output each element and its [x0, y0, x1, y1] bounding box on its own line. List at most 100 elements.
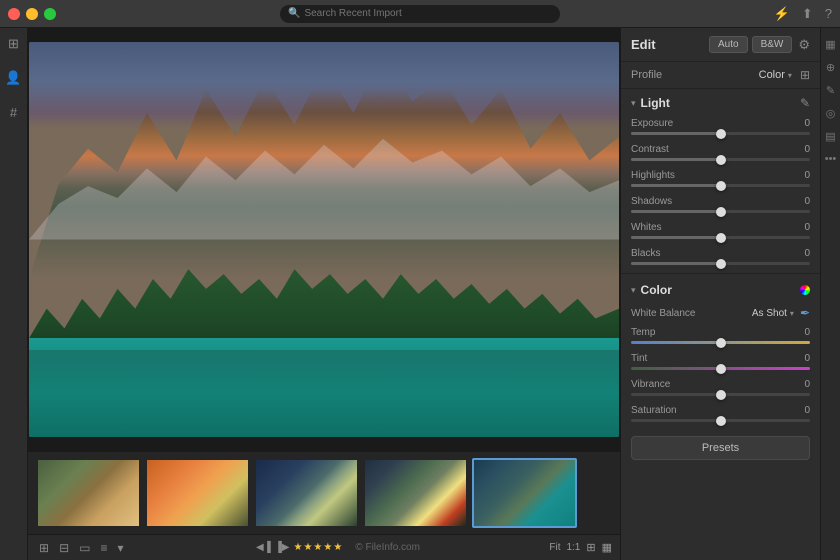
shadows-track[interactable]	[631, 210, 810, 213]
exposure-slider-row: Exposure 0	[621, 115, 820, 141]
list-view-icon[interactable]: ≡	[97, 539, 110, 557]
temp-thumb[interactable]	[716, 338, 726, 348]
blacks-fill	[631, 262, 721, 265]
contrast-track[interactable]	[631, 158, 810, 161]
vibrance-slider-row: Vibrance 0	[621, 376, 820, 402]
filter-icon[interactable]: ⚡	[774, 6, 790, 22]
highlights-fill	[631, 184, 721, 187]
settings-icon[interactable]: ⚙	[798, 37, 810, 53]
next-nav-icon[interactable]: ▐▶	[275, 542, 290, 553]
contrast-thumb[interactable]	[716, 155, 726, 165]
eyedropper-icon[interactable]: ✒	[800, 306, 810, 320]
exposure-track[interactable]	[631, 132, 810, 135]
temp-slider-row: Temp 0	[621, 324, 820, 350]
sidebar-icon-grid[interactable]: ⊞	[4, 34, 24, 54]
profile-arrow: ▾	[788, 71, 792, 80]
vibrance-value: 0	[804, 379, 810, 390]
single-view-icon[interactable]: ▭	[76, 539, 93, 557]
whites-value: 0	[804, 222, 810, 233]
contrast-slider-row: Contrast 0	[621, 141, 820, 167]
thumb-image-1	[38, 460, 139, 526]
share-icon[interactable]: ⬆	[802, 6, 813, 22]
vibrance-thumb[interactable]	[716, 390, 726, 400]
edit-title: Edit	[631, 37, 709, 52]
saturation-thumb[interactable]	[716, 416, 726, 426]
thumb-image-3	[256, 460, 357, 526]
shadows-label: Shadows	[631, 196, 672, 207]
sidebar-icon-people[interactable]: 👤	[4, 68, 24, 88]
saturation-track[interactable]	[631, 419, 810, 422]
shadows-thumb[interactable]	[716, 207, 726, 217]
saturation-slider-row: Saturation 0	[621, 402, 820, 428]
color-section-title: Color	[641, 283, 800, 297]
fit-label[interactable]: Fit	[549, 542, 560, 553]
tint-thumb[interactable]	[716, 364, 726, 374]
crop-icon[interactable]: ⊕	[826, 61, 835, 74]
gradient-icon[interactable]: ▤	[825, 130, 835, 143]
close-button[interactable]	[8, 8, 20, 20]
light-section-header[interactable]: ▾ Light ✎	[621, 89, 820, 115]
blacks-thumb[interactable]	[716, 259, 726, 269]
shadows-slider-row: Shadows 0	[621, 193, 820, 219]
sort-icon[interactable]: ▾	[114, 539, 126, 557]
filmstrip-thumb-4[interactable]	[363, 458, 468, 528]
healing-icon[interactable]: ◎	[826, 107, 836, 120]
auto-button[interactable]: Auto	[709, 36, 748, 53]
more-icon[interactable]: •••	[825, 153, 837, 165]
exposure-value: 0	[804, 118, 810, 129]
star-rating[interactable]: ★★★★★	[294, 542, 344, 553]
filmstrip-thumb-3[interactable]	[254, 458, 359, 528]
wb-selector[interactable]: As Shot ▾	[752, 308, 794, 319]
center-content: ⊞ ⊟ ▭ ≡ ▾ ◀▐ ▐▶ ★★★★★ © FileInfo.com Fit…	[28, 28, 620, 560]
tint-label: Tint	[631, 353, 647, 364]
tint-track[interactable]	[631, 367, 810, 370]
right-panel: Edit Auto B&W ⚙ Profile Color ▾ ⊞ ▾ Ligh…	[620, 28, 820, 560]
blacks-value: 0	[804, 248, 810, 259]
wb-value-text: As Shot	[752, 308, 787, 319]
histogram-panel-icon[interactable]: ▦	[825, 38, 835, 51]
bottom-left-icons: ⊞ ⊟ ▭ ≡ ▾	[36, 539, 127, 557]
sidebar-icon-tag[interactable]: #	[4, 102, 24, 122]
profile-grid-icon[interactable]: ⊞	[800, 68, 810, 82]
blacks-track[interactable]	[631, 262, 810, 265]
profile-selector[interactable]: Color ▾	[759, 69, 792, 81]
whites-track[interactable]	[631, 236, 810, 239]
minimize-button[interactable]	[26, 8, 38, 20]
highlights-track[interactable]	[631, 184, 810, 187]
brush-icon[interactable]: ✎	[826, 84, 835, 97]
filmstrip-thumb-5[interactable]	[472, 458, 577, 528]
white-balance-row: White Balance As Shot ▾ ✒	[621, 302, 820, 324]
whites-thumb[interactable]	[716, 233, 726, 243]
highlights-thumb[interactable]	[716, 181, 726, 191]
copyright-text: © FileInfo.com	[355, 542, 420, 553]
bw-button[interactable]: B&W	[752, 36, 793, 53]
color-circle-icon[interactable]	[800, 285, 810, 295]
help-icon[interactable]: ?	[825, 6, 832, 21]
search-input[interactable]	[304, 8, 552, 19]
left-sidebar: ⊞ 👤 #	[0, 28, 28, 560]
temp-label: Temp	[631, 327, 655, 338]
compare-icon[interactable]: ⊞	[586, 541, 595, 554]
mosaic-icon[interactable]: ⊟	[56, 539, 72, 557]
vibrance-track[interactable]	[631, 393, 810, 396]
fullscreen-button[interactable]	[44, 8, 56, 20]
filmstrip-thumb-1[interactable]	[36, 458, 141, 528]
highlights-label: Highlights	[631, 170, 675, 181]
ratio-label[interactable]: 1:1	[566, 542, 580, 553]
bottom-center: ◀▐ ▐▶ ★★★★★ © FileInfo.com	[256, 542, 420, 553]
temp-track[interactable]	[631, 341, 810, 344]
exposure-label: Exposure	[631, 118, 673, 129]
blacks-slider-row: Blacks 0	[621, 245, 820, 271]
filmstrip-thumb-2[interactable]	[145, 458, 250, 528]
prev-nav-icon[interactable]: ◀▐	[256, 542, 271, 553]
light-section-icon[interactable]: ✎	[800, 96, 810, 110]
presets-button[interactable]: Presets	[631, 436, 810, 460]
filmstrip	[28, 451, 620, 534]
exposure-thumb[interactable]	[716, 129, 726, 139]
titlebar-actions: ⚡ ⬆ ?	[774, 6, 832, 22]
grid-view-icon[interactable]: ⊞	[36, 539, 52, 557]
profile-label: Profile	[631, 69, 759, 81]
search-bar[interactable]: 🔍	[280, 5, 560, 23]
color-section-header[interactable]: ▾ Color	[621, 276, 820, 302]
histogram-icon[interactable]: ▦	[602, 541, 612, 554]
